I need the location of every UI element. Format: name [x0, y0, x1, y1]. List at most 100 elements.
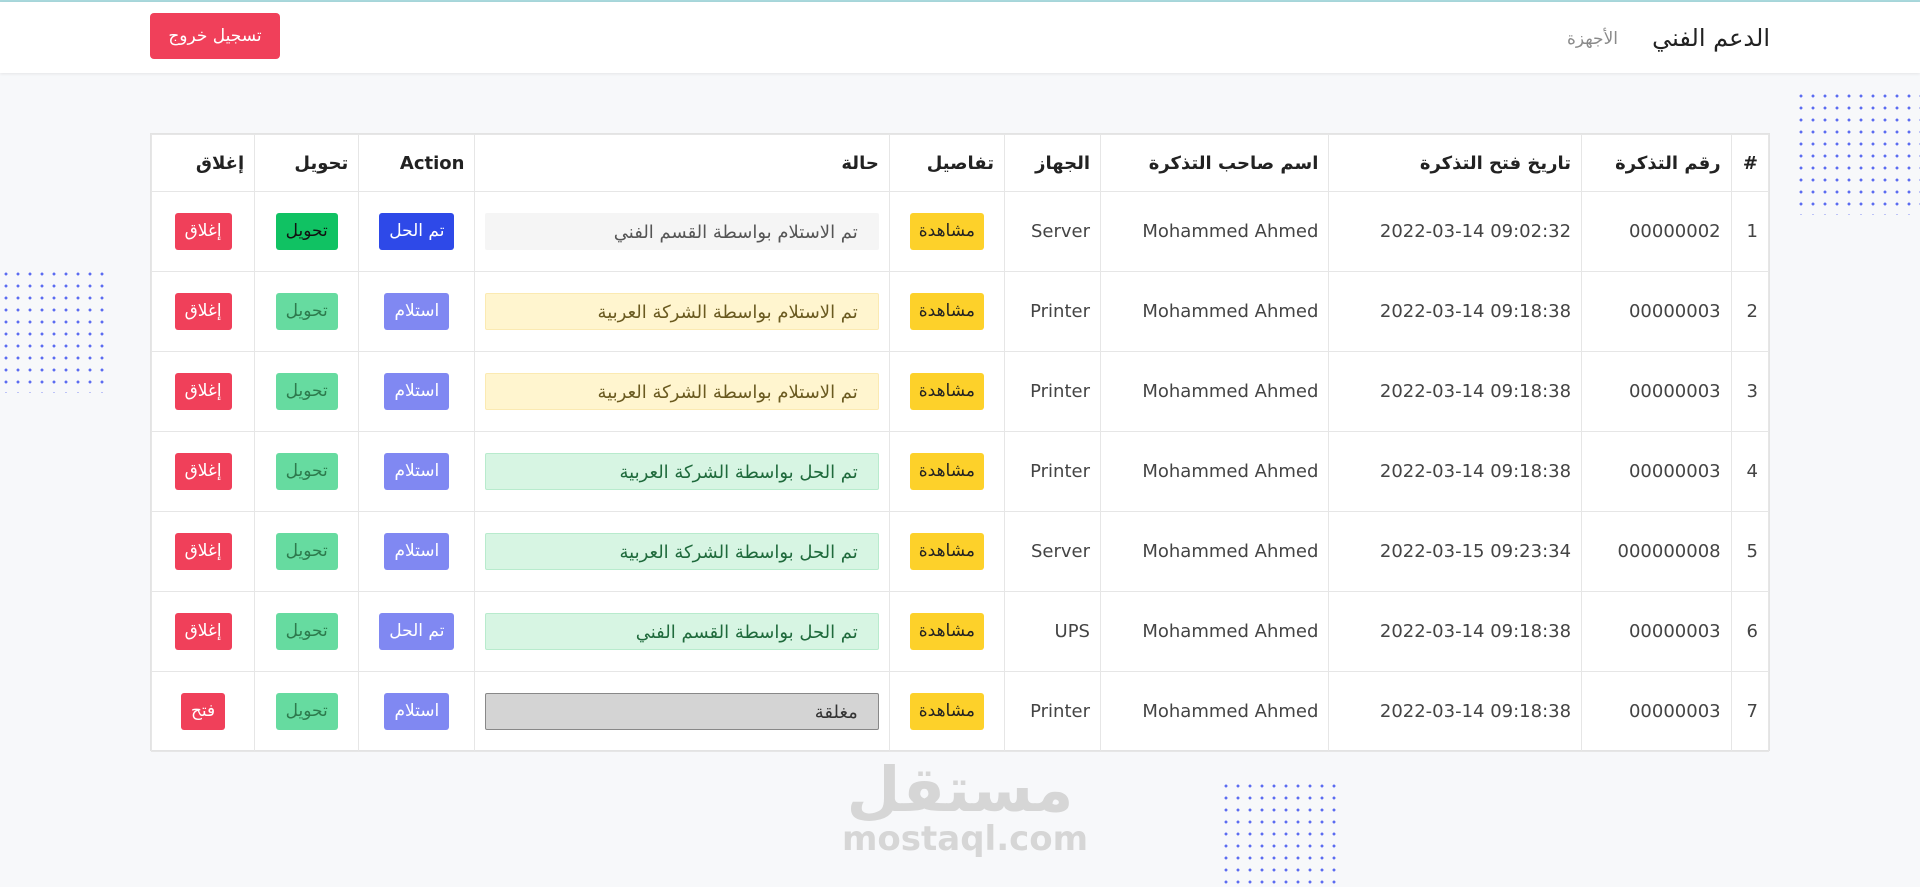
row-index: 5 — [1730, 511, 1770, 592]
transfer-button[interactable]: تحويل — [275, 293, 338, 330]
status-badge: تم الاستلام بواسطة القسم الفني — [485, 213, 879, 250]
transfer-button[interactable]: تحويل — [275, 533, 338, 570]
device-name: Printer — [1004, 271, 1101, 352]
header-open-date: تاريخ فتح التذكرة — [1328, 134, 1583, 192]
view-details-button[interactable]: مشاهدة — [909, 453, 985, 490]
table-header-row: # رقم التذكرة تاريخ فتح التذكرة اسم صاحب… — [150, 134, 1770, 192]
row-index: 6 — [1730, 591, 1770, 672]
logout-button[interactable]: تسجيل خروج — [150, 13, 280, 59]
brand-title[interactable]: الدعم الفني — [1652, 24, 1770, 52]
action-receive-button[interactable]: استلام — [384, 453, 450, 490]
device-name: Printer — [1004, 351, 1101, 432]
ticket-number: 000000008 — [1581, 511, 1732, 592]
tickets-table: # رقم التذكرة تاريخ فتح التذكرة اسم صاحب… — [150, 134, 1770, 752]
status-badge: مغلقة — [485, 693, 879, 730]
transfer-button[interactable]: تحويل — [275, 213, 338, 250]
open-date: 2022-03-14 09:18:38 — [1328, 671, 1583, 752]
action-receive-button[interactable]: استلام — [384, 373, 450, 410]
close-ticket-button[interactable]: إغلاق — [174, 293, 232, 330]
owner-name: Mohammed Ahmed — [1099, 671, 1330, 752]
view-details-button[interactable]: مشاهدة — [909, 293, 985, 330]
dot-pattern-decoration — [0, 268, 105, 393]
view-details-button[interactable]: مشاهدة — [909, 613, 985, 650]
nav-link-devices[interactable]: الأجهزة — [1567, 29, 1618, 49]
open-date: 2022-03-14 09:18:38 — [1328, 431, 1583, 512]
ticket-number: 00000003 — [1581, 431, 1732, 512]
transfer-button[interactable]: تحويل — [275, 453, 338, 490]
ticket-number: 00000003 — [1581, 271, 1732, 352]
tickets-table-card: # رقم التذكرة تاريخ فتح التذكرة اسم صاحب… — [150, 133, 1770, 752]
owner-name: Mohammed Ahmed — [1099, 191, 1330, 272]
device-name: UPS — [1004, 591, 1101, 672]
open-date: 2022-03-14 09:02:32 — [1328, 191, 1583, 272]
view-details-button[interactable]: مشاهدة — [909, 373, 985, 410]
table-row: 6 00000003 2022-03-14 09:18:38 Mohammed … — [150, 591, 1770, 672]
navbar: الدعم الفني الأجهزة تسجيل خروج — [0, 2, 1920, 73]
header-owner-name: اسم صاحب التذكرة — [1099, 134, 1330, 192]
action-receive-button[interactable]: استلام — [384, 693, 450, 730]
row-index: 1 — [1730, 191, 1770, 272]
close-ticket-button[interactable]: إغلاق — [174, 373, 232, 410]
table-row: 7 00000003 2022-03-14 09:18:38 Mohammed … — [150, 671, 1770, 752]
status-badge: تم الحل بواسطة الشركة العربية — [485, 453, 879, 490]
owner-name: Mohammed Ahmed — [1099, 511, 1330, 592]
ticket-number: 00000003 — [1581, 351, 1732, 432]
mostaql-watermark: مستقل mostaql.com — [842, 753, 1089, 859]
action-receive-button[interactable]: استلام — [384, 533, 450, 570]
table-row: 4 00000003 2022-03-14 09:18:38 Mohammed … — [150, 431, 1770, 512]
header-device: الجهاز — [1004, 134, 1101, 192]
owner-name: Mohammed Ahmed — [1099, 591, 1330, 672]
status-badge: تم الاستلام بواسطة الشركة العربية — [485, 293, 879, 330]
dot-pattern-decoration — [1795, 90, 1920, 215]
open-date: 2022-03-14 09:18:38 — [1328, 591, 1583, 672]
status-badge: تم الحل بواسطة الشركة العربية — [485, 533, 879, 570]
owner-name: Mohammed Ahmed — [1099, 431, 1330, 512]
dot-pattern-decoration — [1220, 780, 1340, 887]
transfer-button[interactable]: تحويل — [275, 693, 338, 730]
owner-name: Mohammed Ahmed — [1099, 271, 1330, 352]
owner-name: Mohammed Ahmed — [1099, 351, 1330, 432]
header-status: حالة — [474, 134, 890, 192]
action-receive-button[interactable]: استلام — [384, 293, 450, 330]
view-details-button[interactable]: مشاهدة — [909, 213, 985, 250]
ticket-number: 00000002 — [1581, 191, 1732, 272]
row-index: 7 — [1730, 671, 1770, 752]
view-details-button[interactable]: مشاهدة — [909, 533, 985, 570]
row-index: 2 — [1730, 271, 1770, 352]
close-ticket-button[interactable]: إغلاق — [174, 213, 232, 250]
view-details-button[interactable]: مشاهدة — [909, 693, 985, 730]
table-row: 1 00000002 2022-03-14 09:02:32 Mohammed … — [150, 191, 1770, 272]
close-ticket-button[interactable]: إغلاق — [174, 613, 232, 650]
table-row: 5 000000008 2022-03-15 09:23:34 Mohammed… — [150, 511, 1770, 592]
watermark-arabic: مستقل — [846, 753, 1074, 826]
header-close: إغلاق — [150, 134, 256, 192]
device-name: Printer — [1004, 431, 1101, 512]
table-row: 2 00000003 2022-03-14 09:18:38 Mohammed … — [150, 271, 1770, 352]
row-index: 4 — [1730, 431, 1770, 512]
header-details: تفاصيل — [888, 134, 1006, 192]
header-index: # — [1730, 134, 1770, 192]
status-badge: تم الحل بواسطة القسم الفني — [485, 613, 879, 650]
watermark-latin: mostaql.com — [842, 819, 1089, 859]
device-name: Printer — [1004, 671, 1101, 752]
close-ticket-button[interactable]: إغلاق — [174, 453, 232, 490]
open-date: 2022-03-14 09:18:38 — [1328, 351, 1583, 432]
reopen-ticket-button[interactable]: فتح — [180, 693, 226, 730]
transfer-button[interactable]: تحويل — [275, 373, 338, 410]
device-name: Server — [1004, 511, 1101, 592]
close-ticket-button[interactable]: إغلاق — [174, 533, 232, 570]
row-index: 3 — [1730, 351, 1770, 432]
table-row: 3 00000003 2022-03-14 09:18:38 Mohammed … — [150, 351, 1770, 432]
header-ticket-number: رقم التذكرة — [1581, 134, 1732, 192]
header-transfer: تحويل — [254, 134, 360, 192]
open-date: 2022-03-15 09:23:34 — [1328, 511, 1583, 592]
ticket-number: 00000003 — [1581, 591, 1732, 672]
transfer-button[interactable]: تحويل — [275, 613, 338, 650]
header-action: Action — [358, 134, 476, 192]
device-name: Server — [1004, 191, 1101, 272]
status-badge: تم الاستلام بواسطة الشركة العربية — [485, 373, 879, 410]
open-date: 2022-03-14 09:18:38 — [1328, 271, 1583, 352]
action-solved-button[interactable]: تم الحل — [379, 613, 455, 650]
action-solved-button[interactable]: تم الحل — [379, 213, 455, 250]
ticket-number: 00000003 — [1581, 671, 1732, 752]
